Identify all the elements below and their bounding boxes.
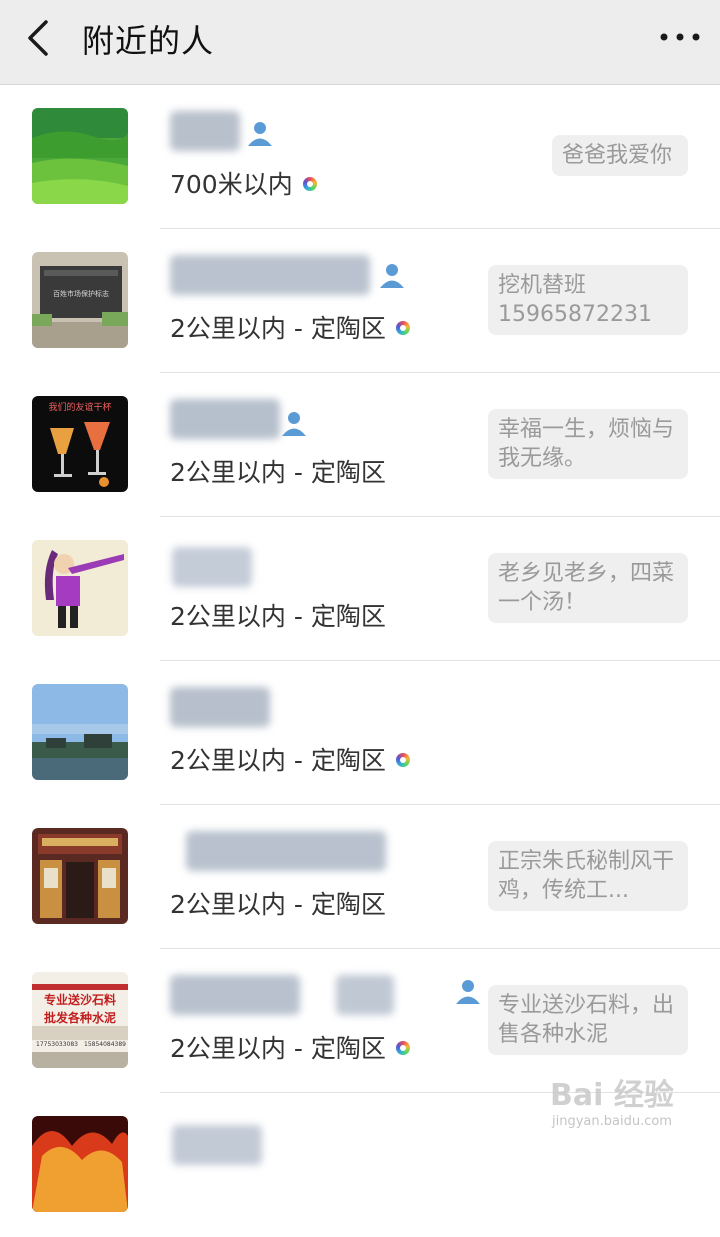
list-item[interactable]: 2公里以内 - 定陶区 老乡见老乡，四菜一个汤！ (0, 517, 720, 661)
contact-name-blurred (168, 399, 378, 441)
person-icon (454, 977, 482, 1005)
person-icon (280, 409, 308, 437)
contact-name-blurred (168, 687, 378, 729)
contact-name-blurred (168, 111, 378, 153)
distance-label: 700米以内 (170, 165, 317, 201)
avatar (32, 828, 128, 924)
avatar: 专业送沙石料 批发各种水泥 17753033083 15854084389 (32, 972, 128, 1068)
signature-bubble: 幸福一生，烦恼与我无缘。 (488, 409, 688, 479)
contact-name-blurred (168, 255, 404, 297)
avatar (32, 540, 128, 636)
signature-bubble: 老乡见老乡，四菜一个汤！ (488, 553, 688, 623)
avatar-phone1: 17753033083 (36, 1041, 78, 1048)
avatar-stone-text: 百姓市场保护标志 (53, 289, 109, 298)
signature-bubble: 挖机替班 15965872231 (488, 265, 688, 335)
avatar (32, 108, 128, 204)
avatar-ad-line1: 专业送沙石料 (44, 992, 116, 1007)
distance-label: 2公里以内 - 定陶区 (170, 1029, 410, 1065)
contact-name-blurred (168, 975, 394, 1017)
signature-bubble: 爸爸我爱你 (552, 135, 688, 176)
signature-bubble: 专业送沙石料，出售各种水泥 (488, 985, 688, 1055)
list-item[interactable]: 2公里以内 - 定陶区 正宗朱氏秘制风干鸡，传统工... (0, 805, 720, 949)
avatar: 百姓市场保护标志 (32, 252, 128, 348)
baidu-jingyan-watermark: Bai 经验 jingyan.baidu.com (550, 1060, 720, 1140)
distance-label: 2公里以内 - 定陶区 (170, 309, 410, 345)
contact-name-blurred (168, 831, 386, 873)
moments-icon (395, 321, 410, 335)
watermark-url: jingyan.baidu.com (552, 1114, 672, 1129)
moments-icon (395, 753, 410, 767)
page-title: 附近的人 (82, 22, 215, 60)
moments-icon (302, 177, 317, 191)
watermark-brand: Bai 经验 (550, 1078, 674, 1113)
distance-label: 2公里以内 - 定陶区 (170, 890, 386, 919)
list-item[interactable]: 我们的友谊干杯 2公里以内 - 定陶区 幸福一生，烦恼与我无缘。 (0, 373, 720, 517)
top-bar: 附近的人 (0, 0, 720, 85)
avatar-ad-line2: 批发各种水泥 (44, 1010, 116, 1025)
contact-name-blurred (168, 543, 378, 587)
distance-label: 2公里以内 - 定陶区 (170, 602, 386, 631)
back-arrow-icon[interactable] (22, 18, 62, 58)
distance-label: 2公里以内 - 定陶区 (170, 741, 410, 777)
distance-label: 2公里以内 - 定陶区 (170, 458, 386, 487)
moments-icon (395, 1041, 410, 1055)
avatar (32, 1116, 128, 1212)
person-icon (378, 261, 406, 289)
person-icon (246, 119, 274, 147)
more-options-icon[interactable] (658, 22, 702, 52)
avatar: 我们的友谊干杯 (32, 396, 128, 492)
avatar-caption: 我们的友谊干杯 (48, 401, 111, 413)
list-item[interactable]: 2公里以内 - 定陶区 (0, 661, 720, 805)
avatar (32, 684, 128, 780)
avatar-phone2: 15854084389 (84, 1041, 126, 1048)
list-item[interactable]: 700米以内 爸爸我爱你 (0, 85, 720, 229)
list-item[interactable]: 百姓市场保护标志 2公里以内 - 定陶区 挖机替班 15965872231 (0, 229, 720, 373)
contact-name-blurred (168, 1119, 378, 1165)
signature-bubble: 正宗朱氏秘制风干鸡，传统工... (488, 841, 688, 911)
